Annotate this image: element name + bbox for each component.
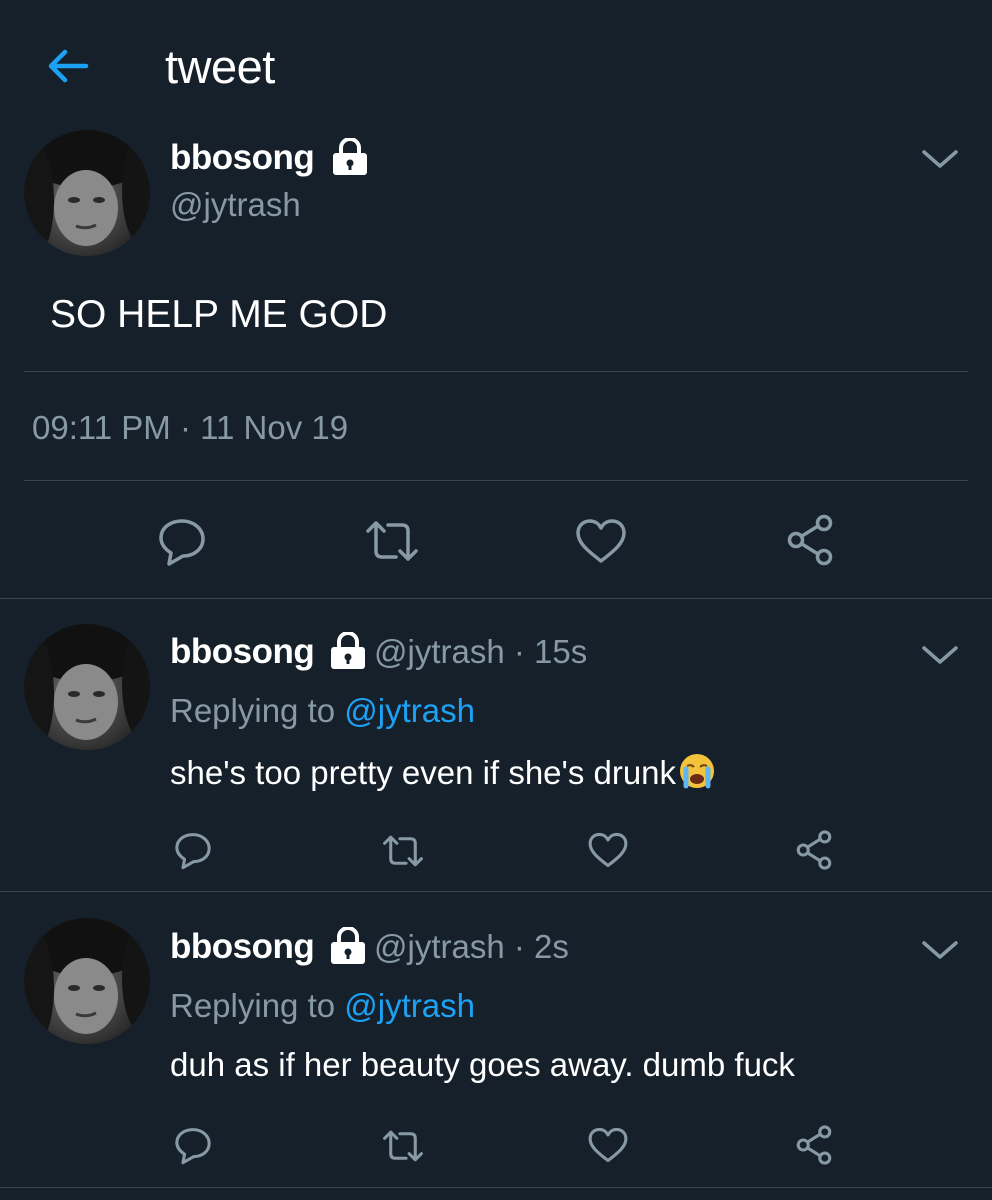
reply-meta[interactable]: @jytrash · 15s (374, 633, 587, 671)
display-name[interactable]: bbosong (170, 927, 315, 967)
divider (0, 598, 992, 599)
reply-icon[interactable] (156, 515, 208, 567)
retweet-icon[interactable] (380, 832, 426, 870)
lock-icon (331, 927, 365, 964)
share-icon[interactable] (794, 1124, 834, 1166)
reply-meta[interactable]: @jytrash · 2s (374, 928, 569, 966)
replying-to-label: Replying to (170, 987, 336, 1024)
avatar[interactable] (24, 918, 150, 1044)
replying-to-label: Replying to (170, 692, 336, 729)
tweet-detail-page: tweet bbosong @jytrash SO HELP ME GOD 09… (0, 0, 992, 1200)
mention-link[interactable]: @jytrash (344, 987, 475, 1024)
replying-to-line: Replying to @jytrash (170, 987, 475, 1025)
reply-icon[interactable] (173, 830, 213, 870)
divider (24, 371, 968, 372)
mention-link[interactable]: @jytrash (344, 692, 475, 729)
reply-icon[interactable] (173, 1125, 213, 1165)
avatar[interactable] (24, 130, 150, 256)
crying-face-emoji-icon (680, 754, 715, 789)
page-title: tweet (165, 40, 275, 93)
display-name[interactable]: bbosong (170, 138, 315, 178)
retweet-icon[interactable] (380, 1127, 426, 1165)
top-bar: tweet (0, 0, 992, 130)
retweet-icon[interactable] (362, 517, 422, 565)
divider (24, 480, 968, 481)
chevron-down-icon[interactable] (920, 937, 960, 963)
reply-text: she's too pretty even if she's drunk (170, 754, 677, 791)
replying-to-line: Replying to @jytrash (170, 692, 475, 730)
divider (0, 1187, 992, 1188)
back-button[interactable] (40, 40, 96, 92)
reply-text-line: she's too pretty even if she's drunk (170, 752, 716, 792)
share-icon[interactable] (784, 513, 836, 567)
display-name[interactable]: bbosong (170, 632, 315, 672)
like-icon[interactable] (587, 831, 629, 869)
lock-icon (333, 138, 367, 175)
like-icon[interactable] (574, 517, 628, 565)
chevron-down-icon[interactable] (920, 642, 960, 668)
divider (0, 891, 992, 892)
avatar[interactable] (24, 624, 150, 750)
like-icon[interactable] (587, 1126, 629, 1164)
chevron-down-icon[interactable] (920, 146, 960, 172)
tweet-timestamp[interactable]: 09:11 PM · 11 Nov 19 (32, 409, 348, 447)
share-icon[interactable] (794, 829, 834, 871)
tweet-text: SO HELP ME GOD (50, 293, 388, 336)
user-handle[interactable]: @jytrash (170, 186, 301, 224)
reply-text: duh as if her beauty goes away. dumb fuc… (170, 1046, 795, 1083)
arrow-left-icon (48, 49, 89, 83)
lock-icon (331, 632, 365, 669)
